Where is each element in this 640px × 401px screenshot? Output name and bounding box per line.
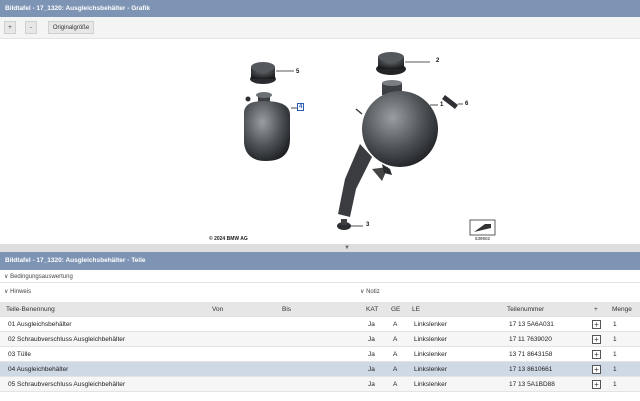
part-kat: Ja [368, 366, 375, 373]
part-qty: 1 [613, 336, 617, 343]
part-ge: A [393, 381, 398, 388]
add-to-cart-icon[interactable]: + [592, 335, 601, 344]
part-kat: Ja [368, 351, 375, 358]
cap-5-drawing [250, 62, 294, 84]
image-id: 539902 [475, 236, 491, 241]
copyright-text: © 2024 BMW AG [209, 236, 248, 242]
cap-2-drawing [376, 52, 430, 75]
part-number: 17 11 7639020 [509, 336, 552, 343]
clip-6-drawing [442, 95, 463, 109]
part-number: 17 13 5A1BD88 [509, 381, 555, 388]
table-row[interactable]: 05 Schraubverschluss Ausgleichbehälter J… [0, 377, 640, 392]
graphic-panel-title: Bildtafel - 17_1320: Ausgleichsbehälter … [0, 0, 640, 17]
chevron-down-icon: ∨ [4, 289, 9, 295]
part-kat: Ja [368, 321, 375, 328]
col-name[interactable]: Teile-Benennung [6, 302, 55, 317]
grommet-3-drawing [337, 219, 363, 230]
callout-5[interactable]: 5 [296, 69, 299, 75]
part-number: 13 71 8643158 [509, 351, 553, 358]
part-ge: A [393, 321, 398, 328]
col-ge[interactable]: GE [391, 302, 400, 317]
hint-note-section: ∨ Hinweis ∨ Notiz [0, 286, 640, 298]
parts-table: Teile-Benennung Von Bis KAT GE LE Teilen… [0, 302, 640, 392]
part-qty: 1 [613, 381, 617, 388]
part-le: Linkslenker [414, 351, 447, 358]
part-qty: 1 [613, 351, 617, 358]
part-kat: Ja [368, 336, 375, 343]
callout-4-selected[interactable]: 4 [297, 103, 305, 111]
table-row[interactable]: 03 Tülle Ja A Linkslenker 13 71 8643158 … [0, 347, 640, 362]
chevron-down-icon: ∨ [360, 289, 365, 295]
table-header: Teile-Benennung Von Bis KAT GE LE Teilen… [0, 302, 640, 317]
col-le[interactable]: LE [412, 302, 420, 317]
part-le: Linkslenker [414, 321, 447, 328]
hint-label: Hinweis [10, 289, 32, 295]
part-ge: A [393, 366, 398, 373]
table-row[interactable]: 02 Schraubverschluss Ausgleichbehälter J… [0, 332, 640, 347]
graphic-toolbar: + - Originalgröße [0, 17, 640, 39]
part-number: 17 13 8610661 [509, 366, 553, 373]
col-kat[interactable]: KAT [366, 302, 378, 317]
col-plus[interactable]: + [594, 302, 598, 317]
part-le: Linkslenker [414, 336, 447, 343]
part-number: 17 13 5A6A031 [509, 321, 554, 328]
note-label: Notiz [366, 289, 380, 295]
table-row-selected[interactable]: 04 Ausgleichbehälter Ja A Linkslenker 17… [0, 362, 640, 377]
col-number[interactable]: Teilenummer [507, 302, 544, 317]
chevron-down-icon[interactable]: ▼ [344, 245, 350, 251]
parts-diagram[interactable]: 5 4 2 1 6 3 © 2024 BMW AG 539902 [0, 39, 640, 244]
conditions-section[interactable]: ∨ Bedingungsauswertung [0, 271, 640, 283]
table-row[interactable]: 01 Ausgleichsbehälter Ja A Linkslenker 1… [0, 317, 640, 332]
part-ge: A [393, 351, 398, 358]
part-kat: Ja [368, 381, 375, 388]
part-name: 01 Ausgleichsbehälter [8, 321, 72, 328]
tank-1-drawing [338, 80, 438, 217]
part-ge: A [393, 336, 398, 343]
part-name: 04 Ausgleichbehälter [8, 366, 69, 373]
col-to[interactable]: Bis [282, 302, 291, 317]
hint-toggle[interactable]: ∨ Hinweis [4, 286, 31, 298]
callout-2[interactable]: 2 [436, 58, 439, 64]
callout-6[interactable]: 6 [465, 101, 468, 107]
part-qty: 1 [613, 321, 617, 328]
part-name: 02 Schraubverschluss Ausgleichbehälter [8, 336, 126, 343]
add-to-cart-icon[interactable]: + [592, 380, 601, 389]
original-size-button[interactable]: Originalgröße [48, 21, 94, 34]
part-qty: 1 [613, 366, 617, 373]
add-to-cart-icon[interactable]: + [592, 365, 601, 374]
callout-3[interactable]: 3 [366, 222, 369, 228]
panel-splitter[interactable]: ▼ [0, 244, 640, 252]
note-toggle[interactable]: ∨ Notiz [360, 286, 380, 298]
image-id-frame [469, 219, 496, 236]
add-to-cart-icon[interactable]: + [592, 350, 601, 359]
part-le: Linkslenker [414, 381, 447, 388]
parts-title-text: Bildtafel - 17_1320: Ausgleichsbehälter … [5, 257, 146, 264]
part-name: 03 Tülle [8, 351, 32, 358]
part-le: Linkslenker [414, 366, 447, 373]
tank-4-drawing [244, 92, 297, 161]
conditions-label: Bedingungsauswertung [10, 274, 73, 280]
col-from[interactable]: Von [212, 302, 223, 317]
callout-1[interactable]: 1 [440, 102, 443, 108]
parts-panel-title: Bildtafel - 17_1320: Ausgleichsbehälter … [0, 252, 640, 270]
col-qty[interactable]: Menge [612, 302, 632, 317]
parts-illustration [244, 52, 496, 236]
zoom-out-button[interactable]: - [25, 21, 37, 34]
chevron-down-icon: ∨ [4, 274, 9, 280]
zoom-in-button[interactable]: + [4, 21, 16, 34]
part-name: 05 Schraubverschluss Ausgleichbehälter [8, 381, 126, 388]
add-to-cart-icon[interactable]: + [592, 320, 601, 329]
graphic-title-text: Bildtafel - 17_1320: Ausgleichsbehälter … [5, 5, 150, 12]
